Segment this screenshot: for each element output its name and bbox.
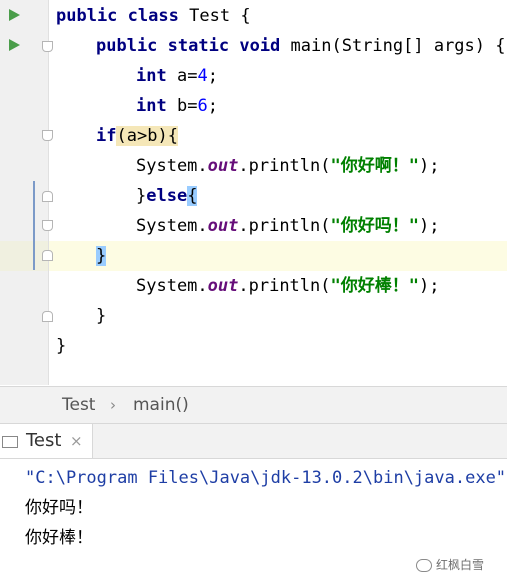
code-line-7[interactable]: }else{ (136, 181, 198, 211)
class-ref: System. (136, 276, 208, 296)
run-class-icon[interactable] (9, 9, 20, 21)
fold-else-end-icon[interactable] (42, 250, 53, 261)
keyword: public (96, 36, 158, 56)
call-end: ); (418, 276, 440, 296)
variable: b= (176, 96, 198, 116)
breadcrumb: Test › main() (0, 386, 507, 424)
breadcrumb-item-main[interactable]: main() (133, 387, 189, 423)
brace: } (96, 306, 107, 326)
console-output-line: 你好棒！ (25, 528, 93, 548)
semicolon: ; (207, 96, 218, 116)
string-literal: "你好啊！" (330, 156, 419, 176)
fold-if-icon[interactable] (42, 130, 53, 141)
console-command-line: "C:\Program Files\Java\jdk-13.0.2\bin\ja… (25, 468, 507, 488)
static-field: out (207, 156, 239, 176)
run-tool-window-tabs: Test × (0, 424, 507, 459)
number-literal: 6 (197, 96, 208, 116)
brace: { (240, 6, 251, 26)
code-line-3[interactable]: int a=4; (136, 61, 218, 91)
scope-indicator (33, 181, 35, 270)
class-name: Test (189, 6, 231, 26)
call-end: ); (418, 216, 440, 236)
code-line-4[interactable]: int b=6; (136, 91, 218, 121)
matched-brace: } (96, 246, 107, 266)
fold-method-icon[interactable] (42, 41, 53, 52)
code-line-6[interactable]: System.out.println("你好啊！"); (136, 151, 439, 181)
brace: } (136, 186, 147, 206)
keyword: void (239, 36, 281, 56)
variable: a= (176, 66, 198, 86)
keyword: int (136, 96, 167, 116)
current-line-highlight (0, 241, 507, 271)
fold-else-icon[interactable] (42, 220, 53, 231)
breadcrumb-item-test[interactable]: Test (62, 387, 95, 423)
run-main-icon[interactable] (9, 39, 20, 51)
tab-test-run[interactable]: Test × (0, 424, 93, 458)
code-line-1[interactable]: public class Test { (56, 1, 251, 31)
code-line-11[interactable]: } (96, 301, 106, 331)
method-signature: main(String[] args) { (290, 36, 506, 56)
keyword: static (167, 36, 230, 56)
code-line-9[interactable]: } (96, 241, 107, 271)
static-field: out (207, 276, 239, 296)
watermark: 红枫白雪 (416, 554, 484, 576)
paren: ( (116, 126, 127, 146)
console-output-line: 你好吗！ (25, 498, 93, 518)
fold-method-end-icon[interactable] (42, 311, 53, 322)
keyword: if (96, 126, 117, 146)
code-line-8[interactable]: System.out.println("你好吗！"); (136, 211, 439, 241)
method-call: .println( (238, 156, 331, 176)
method-call: .println( (238, 276, 331, 296)
code-line-10[interactable]: System.out.println("你好棒！"); (136, 271, 439, 301)
string-literal: "你好吗！" (330, 216, 419, 236)
matched-brace: { (187, 186, 198, 206)
console-icon (2, 436, 18, 448)
method-call: .println( (238, 216, 331, 236)
paren: ){ (157, 126, 178, 146)
class-ref: System. (136, 156, 208, 176)
code-editor[interactable]: public class Test { public static void m… (0, 0, 507, 385)
code-line-5[interactable]: if(a>b){ (96, 121, 178, 151)
call-end: ); (418, 156, 440, 176)
brace: } (56, 336, 67, 356)
semicolon: ; (207, 66, 218, 86)
static-field: out (207, 216, 239, 236)
current-line-gutter-highlight (0, 241, 48, 271)
condition: a>b (126, 126, 158, 146)
close-icon[interactable]: × (70, 424, 83, 458)
keyword: int (136, 66, 167, 86)
keyword: else (146, 186, 188, 206)
code-line-2[interactable]: public static void main(String[] args) { (96, 31, 505, 61)
tab-label: Test (26, 430, 62, 451)
number-literal: 4 (197, 66, 208, 86)
code-line-12[interactable]: } (56, 331, 66, 361)
watermark-text: 红枫白雪 (436, 558, 485, 572)
class-ref: System. (136, 216, 208, 236)
string-literal: "你好棒！" (330, 276, 419, 296)
wechat-icon (416, 559, 432, 572)
chevron-right-icon: › (110, 396, 116, 414)
keyword: public (56, 6, 118, 26)
keyword: class (127, 6, 179, 26)
fold-if-end-icon[interactable] (42, 191, 53, 202)
